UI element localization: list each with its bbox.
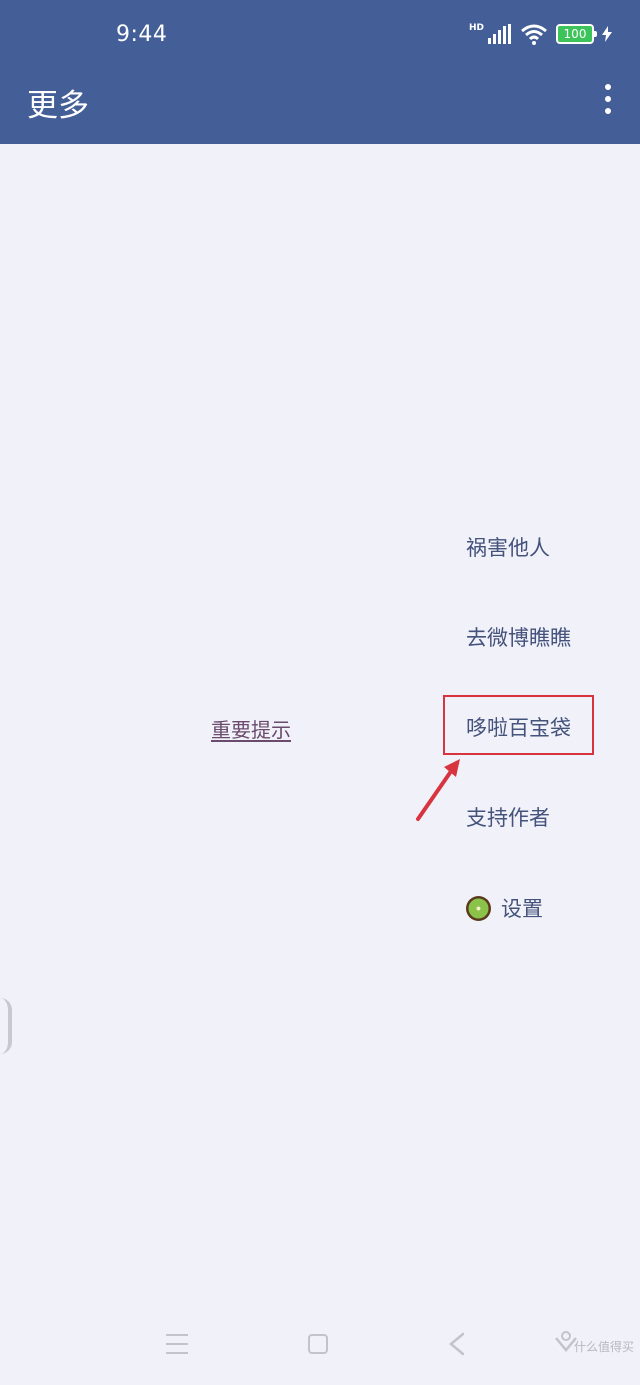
battery-icon: 100 bbox=[556, 24, 597, 44]
overflow-dot bbox=[605, 108, 611, 114]
settings-label: 设置 bbox=[501, 897, 543, 921]
menu-line bbox=[166, 1334, 188, 1336]
network-type-label: HD bbox=[468, 22, 484, 33]
app-bar: 更多 bbox=[0, 66, 640, 144]
edge-swipe-handle[interactable] bbox=[0, 998, 12, 1054]
menu-icon[interactable] bbox=[166, 1334, 188, 1354]
menu-item-visit-weibo[interactable]: 去微博瞧瞧 bbox=[466, 622, 571, 652]
back-icon[interactable] bbox=[447, 1332, 467, 1356]
home-icon[interactable] bbox=[308, 1334, 328, 1354]
overflow-dot bbox=[605, 84, 611, 90]
signal-icon bbox=[488, 24, 511, 44]
pointer-arrow-icon bbox=[416, 759, 460, 821]
menu-line bbox=[166, 1352, 188, 1354]
kiwi-icon bbox=[466, 895, 491, 921]
more-vert-icon[interactable] bbox=[598, 84, 618, 114]
menu-item-settings[interactable]: 设置 bbox=[466, 893, 543, 923]
menu-item-harm-others[interactable]: 祸害他人 bbox=[466, 532, 550, 562]
watermark: 什么值得买 bbox=[573, 1340, 634, 1354]
status-bar: 9:44 HD 100 bbox=[0, 0, 640, 66]
status-icons: HD 100 bbox=[469, 22, 612, 46]
important-notice-link[interactable]: 重要提示 bbox=[211, 714, 291, 743]
charging-icon bbox=[602, 26, 612, 42]
highlight-box bbox=[443, 695, 594, 755]
status-time: 9:44 bbox=[116, 22, 168, 47]
wifi-icon bbox=[521, 24, 547, 45]
navigation-bar: 什么值得买 bbox=[0, 1310, 640, 1385]
menu-item-support-author[interactable]: 支持作者 bbox=[466, 802, 550, 832]
menu-line bbox=[166, 1343, 188, 1345]
overflow-dot bbox=[605, 96, 611, 102]
page-title: 更多 bbox=[27, 88, 89, 124]
